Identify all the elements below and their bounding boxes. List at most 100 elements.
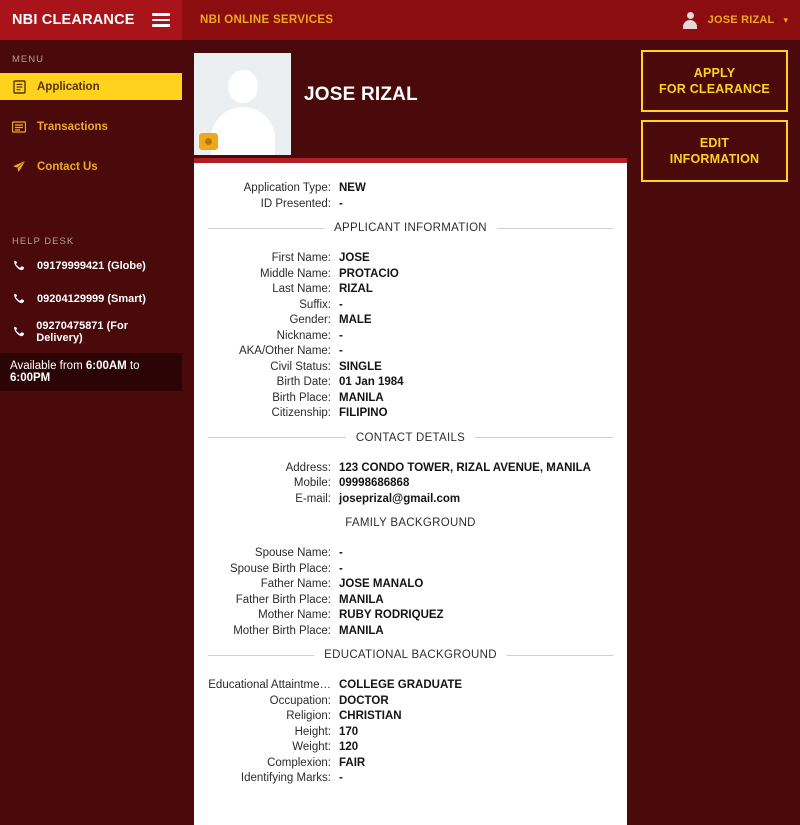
field-label: ID Presented: — [260, 197, 331, 210]
field-row: Birth Date: 01 Jan 1984 — [194, 375, 627, 391]
section-divider-right — [475, 437, 614, 438]
field-row: Mobile: 09998686868 — [194, 476, 627, 492]
field-label: First Name: — [271, 252, 331, 264]
field-label: AKA/Other Name: — [238, 345, 331, 357]
help-desk-number-delivery[interactable]: 09270475871 (For Delivery) — [0, 319, 182, 344]
field-row: Father Name: JOSE MANALO — [194, 577, 627, 593]
availability-banner: Available from 6:00AM to 6:00PM — [0, 353, 182, 391]
section-divider-left — [208, 437, 346, 438]
field-row: Middle Name: PROTACIO — [194, 267, 627, 283]
chevron-down-icon: ▾ — [783, 14, 788, 25]
help-desk-number-label: 09270475871 (For Delivery) — [36, 319, 128, 344]
help-desk-number-globe[interactable]: 09179999421 (Globe) — [0, 253, 182, 278]
sidebar-item-application[interactable]: Application — [0, 73, 182, 100]
field-value: SINGLE — [339, 360, 382, 373]
apply-button-line2: FOR CLEARANCE — [659, 82, 770, 96]
action-buttons: APPLY FOR CLEARANCE EDIT INFORMATION — [641, 50, 788, 182]
section-fields: Address: 123 CONDO TOWER, RIZAL AVENUE, M… — [194, 453, 627, 508]
field-label: Address: — [285, 461, 331, 474]
field-row: Application Type: NEW — [194, 181, 627, 197]
field-label: Last Name: — [272, 283, 331, 295]
section-divider-right — [506, 654, 614, 656]
field-label: Mother Birth Place: — [233, 624, 331, 637]
availability-prefix: Available from — [10, 360, 86, 372]
field-row: E-mail: joseprizal@gmail.com — [194, 492, 627, 508]
field-row: Spouse Name: - — [194, 546, 627, 562]
content-area: JOSE RIZAL APPLY FOR CLEARANCE EDIT INFO… — [182, 40, 800, 825]
field-label: Middle Name: — [260, 267, 331, 280]
field-label: Application Type: — [243, 182, 331, 194]
help-desk-heading: HELP DESK — [12, 236, 75, 247]
field-value: CHRISTIAN — [339, 710, 402, 722]
field-label: Spouse Name: — [254, 547, 331, 559]
field-value: RIZAL — [339, 283, 373, 295]
edit-button-line2: INFORMATION — [669, 152, 760, 166]
sidebar-menu-heading: MENU — [12, 54, 44, 65]
field-value: - — [339, 197, 343, 210]
sidebar-item-transactions[interactable]: Transactions — [0, 113, 182, 140]
app-root: NBI CLEARANCE NBI ONLINE SERVICES JOSE R… — [0, 0, 800, 825]
field-value: JOSE — [339, 252, 370, 264]
user-avatar-icon — [682, 11, 699, 29]
top-bar-right: NBI ONLINE SERVICES JOSE RIZAL ▾ — [182, 0, 800, 40]
field-row: Spouse Birth Place: - — [194, 562, 627, 578]
field-label: Educational Attaintme… — [208, 679, 331, 691]
avatar[interactable] — [194, 53, 291, 155]
field-row: Birth Place: MANILA — [194, 391, 627, 407]
field-row: ID Presented: - — [194, 197, 627, 213]
section-divider-left — [208, 654, 315, 656]
edit-button-line1: EDIT — [699, 136, 730, 150]
field-row: Suffix: - — [194, 298, 627, 314]
paper-plane-icon — [12, 160, 26, 173]
field-value: MALE — [339, 314, 372, 326]
field-row: First Name: JOSE — [194, 251, 627, 267]
phone-icon — [12, 260, 26, 272]
sidebar: MENU Application Transactions Contact Us… — [0, 40, 182, 825]
brand-title: NBI CLEARANCE — [12, 12, 135, 28]
edit-information-button[interactable]: EDIT INFORMATION — [641, 120, 788, 182]
field-label: Father Birth Place: — [235, 593, 331, 606]
service-label: NBI ONLINE SERVICES — [200, 14, 334, 26]
field-label: Nickname: — [276, 329, 331, 342]
field-value: RUBY RODRIQUEZ — [339, 609, 444, 621]
help-desk-number-smart[interactable]: 09204129999 (Smart) — [0, 286, 182, 311]
camera-icon[interactable] — [199, 133, 218, 150]
field-label: Mobile: — [293, 477, 331, 489]
sidebar-item-label: Contact Us — [37, 160, 98, 173]
field-label: Birth Place: — [272, 391, 331, 404]
apply-button-line1: APPLY — [693, 66, 736, 80]
sidebar-item-label: Application — [37, 80, 100, 93]
section-divider-left — [208, 227, 325, 229]
phone-icon — [12, 293, 26, 305]
field-value: JOSE MANALO — [339, 578, 424, 590]
field-label: Suffix: — [299, 298, 331, 311]
card-body: Application Type: NEW ID Presented: - APPLIC… — [194, 163, 627, 825]
field-value: MANILA — [339, 624, 384, 637]
hamburger-icon[interactable] — [152, 13, 170, 27]
field-value: 120 — [339, 741, 359, 753]
list-icon — [12, 120, 26, 133]
field-value: FAIR — [339, 756, 366, 769]
field-value: 170 — [339, 725, 359, 738]
field-label: Weight: — [292, 741, 331, 753]
field-label: Complexion: — [267, 756, 331, 769]
apply-for-clearance-button[interactable]: APPLY FOR CLEARANCE — [641, 50, 788, 112]
section-title-text: FAMILY BACKGROUND — [345, 517, 476, 529]
field-label: Father Name: — [260, 578, 331, 590]
field-label: Identifying Marks: — [240, 772, 331, 784]
field-value: - — [339, 562, 343, 575]
user-menu[interactable]: JOSE RIZAL ▾ — [682, 11, 788, 29]
section-title: FAMILY BACKGROUND — [194, 507, 627, 538]
field-value: 01 Jan 1984 — [339, 376, 404, 388]
field-value: MANILA — [339, 593, 384, 606]
sidebar-item-contact-us[interactable]: Contact Us — [0, 153, 182, 180]
section-fields: Spouse Name: - Spouse Birth Place: - Father … — [194, 538, 627, 639]
section-fields: First Name: JOSE Middle Name: PROTACIO Last … — [194, 243, 627, 422]
application-summary-group: Application Type: NEW ID Presented: - — [194, 181, 627, 212]
field-row: Gender: MALE — [194, 313, 627, 329]
field-label: Civil Status: — [270, 360, 331, 373]
field-value: - — [339, 345, 343, 357]
field-row: Civil Status: SINGLE — [194, 360, 627, 376]
field-value: - — [339, 772, 343, 784]
field-label: Mother Name: — [258, 609, 331, 621]
